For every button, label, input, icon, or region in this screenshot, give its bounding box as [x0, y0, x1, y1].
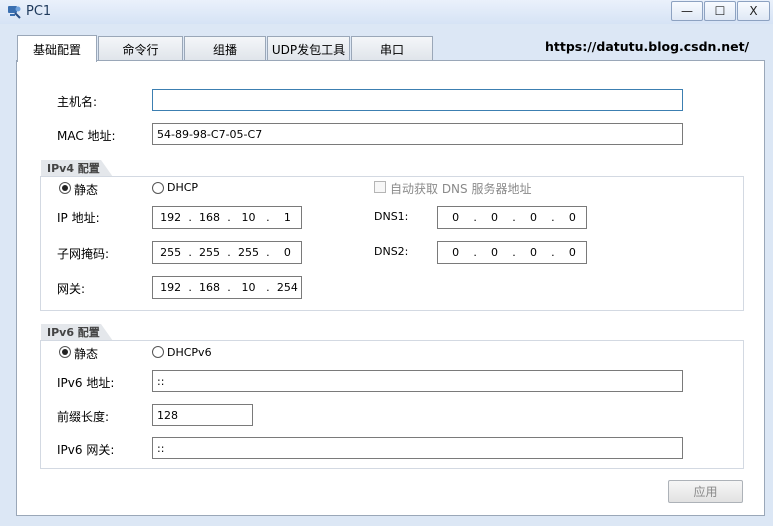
ipv6-legend: IPv6 配置: [41, 324, 113, 341]
ip-octet: 0: [491, 246, 499, 259]
ip-dot: .: [227, 281, 231, 294]
ipv4-static-label: 静态: [74, 183, 99, 197]
ip-octet: 0: [529, 211, 537, 224]
ip-octet: 168: [199, 281, 221, 294]
ip-dot: .: [473, 211, 477, 224]
dns2-label: DNS2:: [374, 245, 409, 258]
ip-octet: 0: [568, 246, 576, 259]
ip-address-input[interactable]: 192. 168. 10. 1: [152, 206, 302, 229]
ip-address-label: IP 地址:: [57, 211, 100, 225]
ipv6-gateway-label: IPv6 网关:: [57, 443, 115, 457]
ip-dot: .: [551, 211, 555, 224]
ip-octet: 255: [237, 246, 259, 259]
ip-octet: 0: [452, 211, 460, 224]
ipv6-static-radio[interactable]: [59, 346, 71, 358]
ip-dot: .: [188, 281, 192, 294]
auto-dns-label: 自动获取 DNS 服务器地址: [390, 182, 532, 196]
ip-octet: 0: [491, 211, 499, 224]
ip-octet: 0: [452, 246, 460, 259]
hostname-label: 主机名:: [57, 95, 98, 109]
ipv6-dhcpv6-radio[interactable]: [152, 346, 164, 358]
ip-dot: .: [188, 211, 192, 224]
ipv6-static-label: 静态: [74, 347, 99, 361]
ip-octet: 254: [276, 281, 298, 294]
apply-button[interactable]: 应用: [668, 480, 743, 503]
ip-octet: 0: [568, 211, 576, 224]
ipv6-address-label: IPv6 地址:: [57, 376, 115, 390]
ip-octet: 255: [199, 246, 221, 259]
ip-dot: .: [227, 211, 231, 224]
ip-dot: .: [266, 246, 270, 259]
ip-octet: 0: [529, 246, 537, 259]
ip-dot: .: [266, 281, 270, 294]
ipv6-dhcpv6-label: DHCPv6: [167, 346, 212, 359]
ip-octet: 255: [160, 246, 182, 259]
ip-dot: .: [266, 211, 270, 224]
prefix-length-input[interactable]: [152, 404, 253, 426]
ip-octet: 10: [241, 211, 256, 224]
ipv4-dhcp-label: DHCP: [167, 181, 199, 194]
gateway-label: 网关:: [57, 282, 86, 296]
auto-dns-checkbox[interactable]: [374, 181, 386, 193]
ip-octet: 1: [283, 211, 291, 224]
prefix-length-label: 前缀长度:: [57, 410, 110, 424]
ip-dot: .: [551, 246, 555, 259]
ip-dot: .: [473, 246, 477, 259]
dns2-input[interactable]: 0. 0. 0. 0: [437, 241, 587, 264]
ip-dot: .: [512, 246, 516, 259]
ipv4-legend: IPv4 配置: [41, 160, 113, 177]
subnet-mask-label: 子网掩码:: [57, 247, 110, 261]
ip-octet: 168: [199, 211, 221, 224]
ipv4-static-radio[interactable]: [59, 182, 71, 194]
gateway-input[interactable]: 192. 168. 10. 254: [152, 276, 302, 299]
ip-octet: 0: [283, 246, 291, 259]
ipv6-address-input[interactable]: [152, 370, 683, 392]
ipv4-dhcp-radio[interactable]: [152, 182, 164, 194]
subnet-mask-input[interactable]: 255. 255. 255. 0: [152, 241, 302, 264]
dns1-label: DNS1:: [374, 210, 409, 223]
ipv6-gateway-input[interactable]: [152, 437, 683, 459]
dns1-input[interactable]: 0. 0. 0. 0: [437, 206, 587, 229]
ip-octet: 192: [160, 281, 182, 294]
ip-dot: .: [227, 246, 231, 259]
hostname-input[interactable]: [152, 89, 683, 111]
mac-label: MAC 地址:: [57, 129, 116, 143]
ip-dot: .: [512, 211, 516, 224]
ip-octet: 10: [241, 281, 256, 294]
ip-octet: 192: [160, 211, 182, 224]
mac-input[interactable]: [152, 123, 683, 145]
ip-dot: .: [188, 246, 192, 259]
